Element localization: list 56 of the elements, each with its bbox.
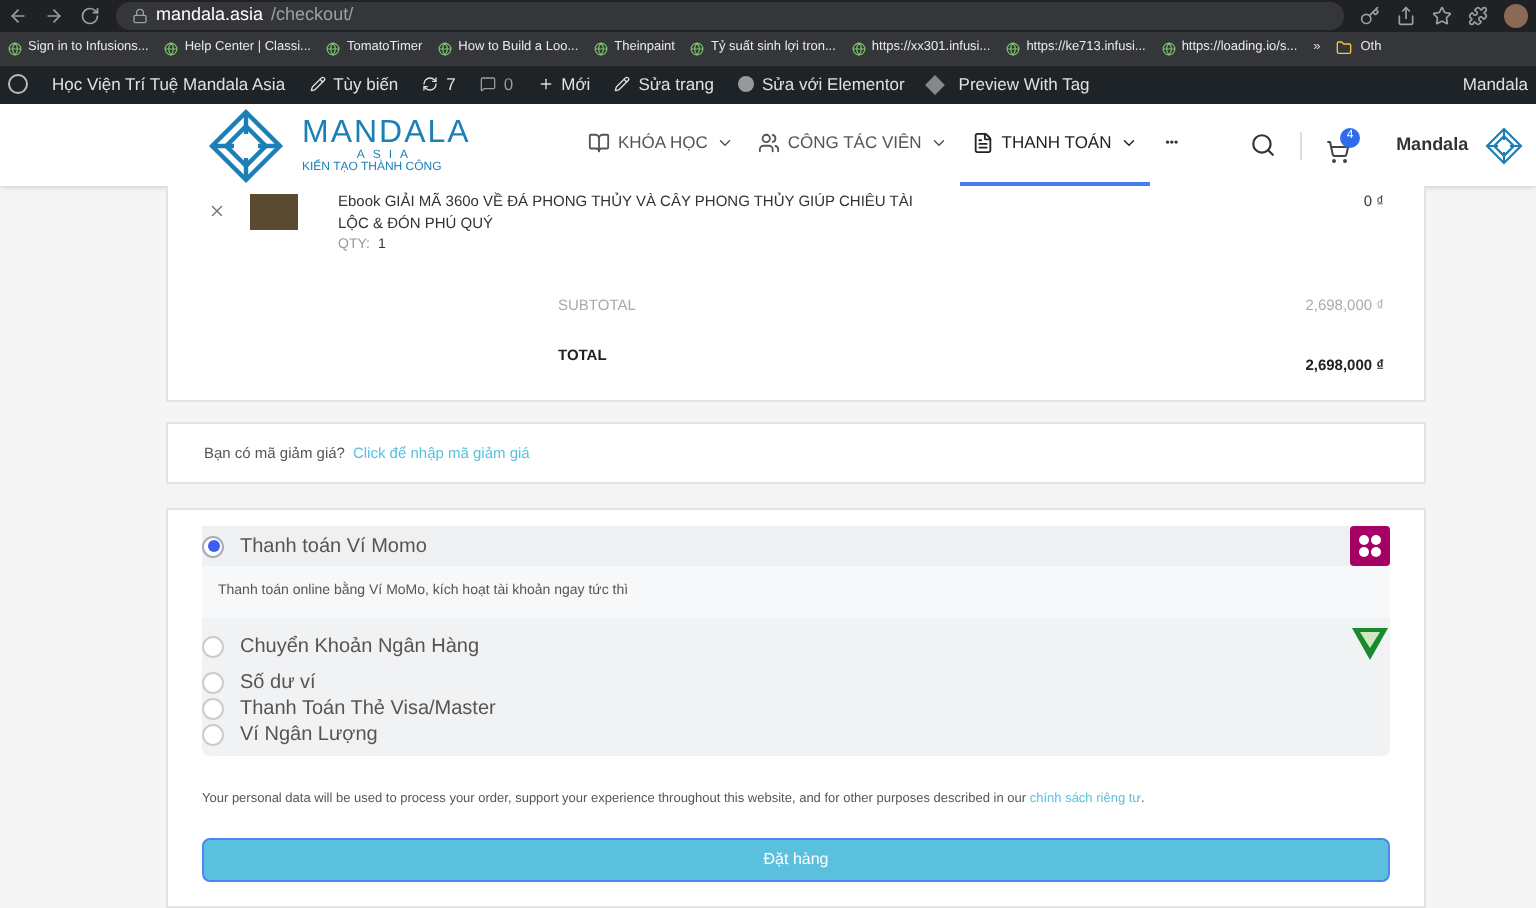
diamond-logo-icon <box>1484 125 1525 166</box>
nav-icon <box>757 132 780 155</box>
nav-icon <box>971 132 994 155</box>
payment-radio[interactable] <box>202 698 224 720</box>
globe-icon <box>8 41 22 56</box>
address-field[interactable]: mandala.asia /checkout/ <box>116 1 1344 30</box>
payment-radio[interactable] <box>202 672 224 694</box>
globe-icon <box>1006 41 1021 56</box>
payment-method-label[interactable]: Ví Ngân Lượng <box>240 720 378 750</box>
new-link[interactable]: Mới <box>537 71 591 98</box>
bookmark-star-icon[interactable] <box>1432 5 1452 26</box>
preview-link[interactable]: Preview With Tag <box>928 71 1090 98</box>
payment-method-label[interactable]: Số dư ví <box>240 668 316 698</box>
diamond-logo-icon <box>206 105 286 186</box>
comments-link[interactable]: 0 <box>479 71 514 98</box>
extensions-icon[interactable] <box>1468 5 1488 26</box>
reload-icon[interactable] <box>80 5 100 26</box>
back-icon[interactable] <box>8 5 28 26</box>
payment-method-label[interactable]: Chuyển Khoản Ngân Hàng <box>240 631 480 661</box>
site-name-link[interactable]: Học Viện Trí Tuệ Mandala Asia <box>52 71 286 98</box>
edit-page-link[interactable]: Sửa trang <box>614 71 715 98</box>
product-thumbnail <box>250 194 298 230</box>
forward-icon[interactable] <box>44 5 64 26</box>
payment-method-label[interactable]: Thanh Toán Thẻ Visa/Master <box>240 694 496 724</box>
payment-radio[interactable] <box>202 635 224 657</box>
nav-icon <box>588 132 610 155</box>
key-icon[interactable] <box>1360 5 1380 26</box>
nav-tab[interactable]: CÔNG TÁC VIÊN <box>745 104 960 186</box>
remove-icon[interactable] <box>208 202 226 220</box>
folder-icon <box>1336 40 1353 57</box>
globe-icon <box>690 41 705 56</box>
logo-wordmark: MANDALA <box>302 117 471 150</box>
pencil-icon <box>614 76 631 93</box>
plus-icon <box>537 76 554 93</box>
payment-radio[interactable] <box>202 724 224 746</box>
nav-tab[interactable]: KHÓA HỌC <box>576 104 746 186</box>
share-icon[interactable] <box>1396 5 1416 26</box>
payment-method-label[interactable]: Thanh toán Ví Momo <box>240 531 427 561</box>
account-link[interactable]: Mandala <box>1462 71 1528 98</box>
globe-icon <box>326 41 341 56</box>
refresh-icon <box>422 76 439 93</box>
cart-icon <box>1326 139 1351 164</box>
search-icon[interactable] <box>1250 132 1277 159</box>
globe-icon <box>594 41 609 56</box>
globe-icon <box>438 41 453 56</box>
lock-icon <box>132 7 148 24</box>
customize-link[interactable]: Tùy biến <box>309 71 399 98</box>
account-name[interactable]: Mandala <box>1396 131 1469 159</box>
globe-icon <box>851 41 866 56</box>
globe-icon <box>164 41 179 56</box>
comment-icon <box>479 76 496 93</box>
updates-link[interactable]: 7 <box>422 71 456 98</box>
globe-icon <box>1161 41 1176 56</box>
payment-radio[interactable] <box>202 535 224 557</box>
profile-avatar[interactable] <box>1504 3 1528 28</box>
elementor-link[interactable]: Sửa với Elementor <box>738 71 905 98</box>
